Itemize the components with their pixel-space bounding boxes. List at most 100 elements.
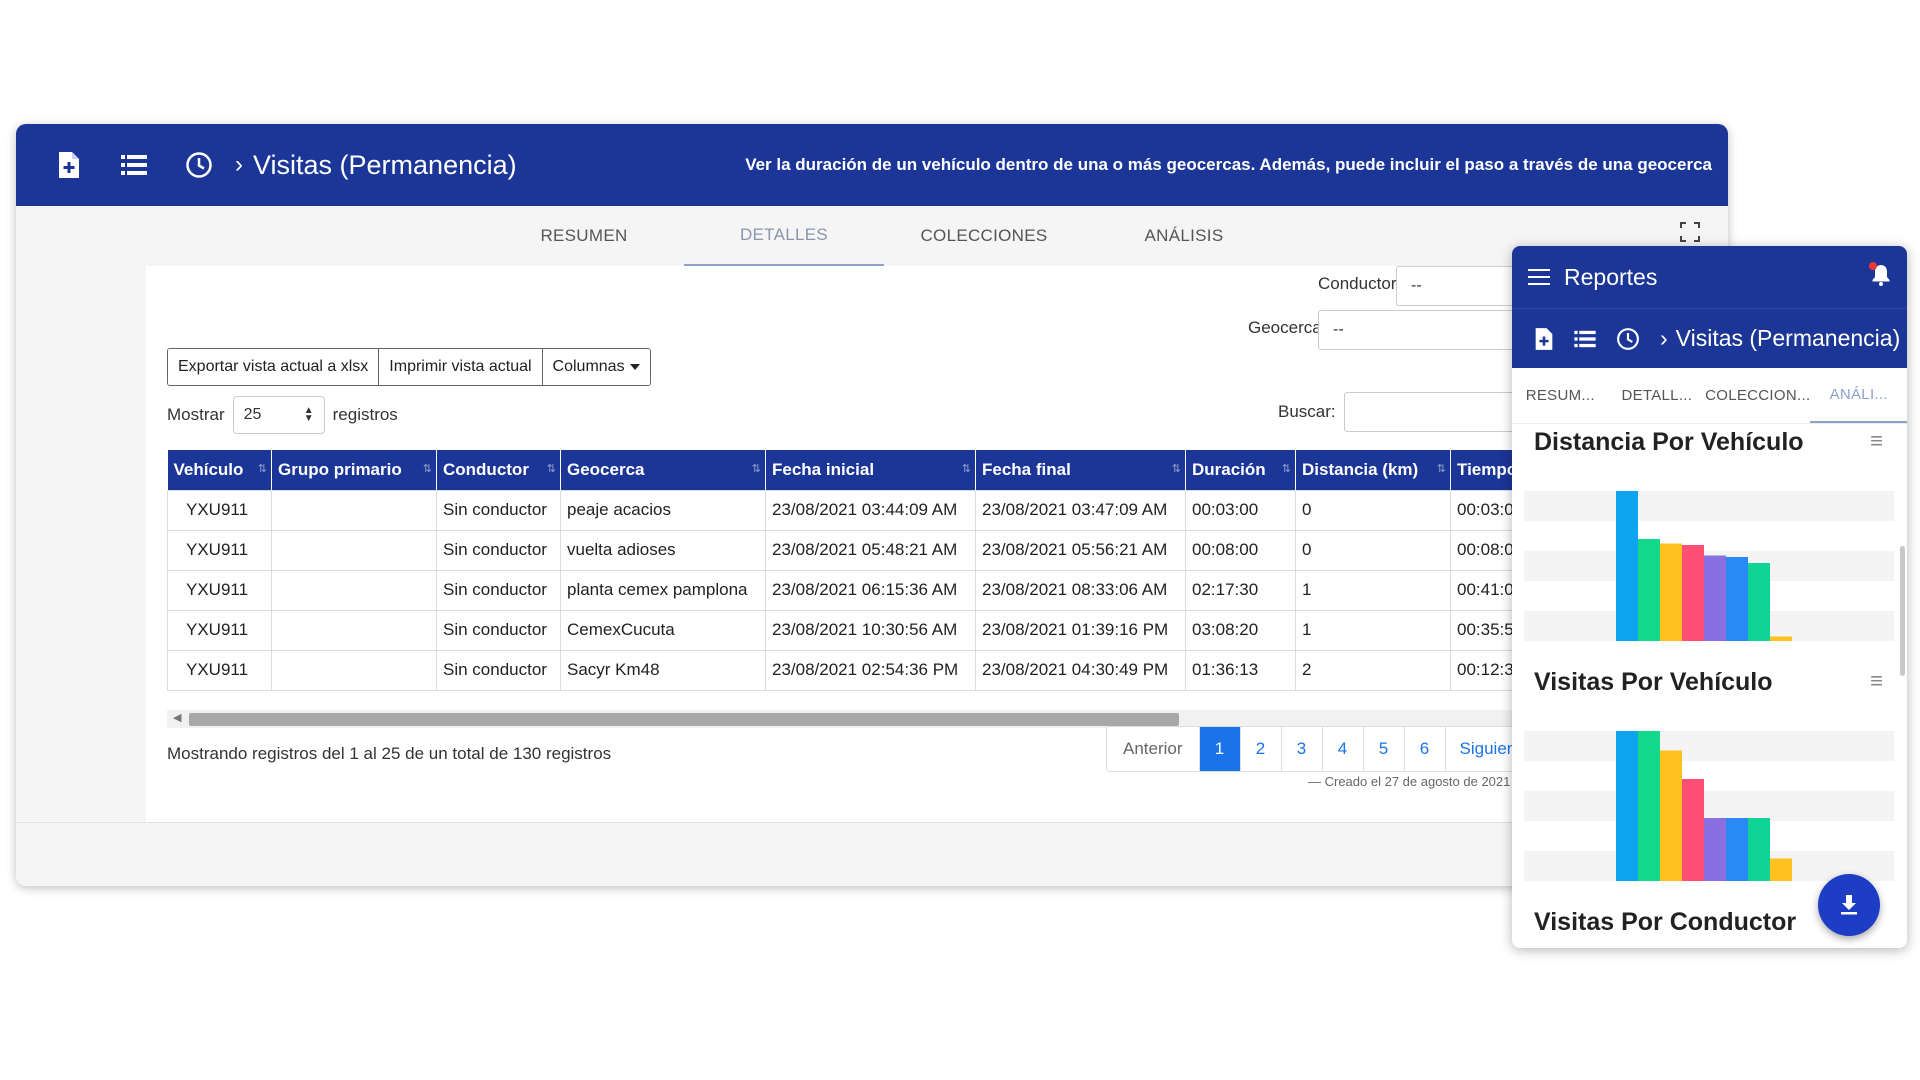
page-size-control: Mostrar 25 ▲ ▼ registros [167,396,398,434]
chart-menu-icon[interactable]: ≡ [1870,428,1883,454]
chart-bar[interactable] [1682,779,1704,881]
cell-geocerca: peaje acacios [560,489,766,531]
tab-bar: RESUMEN DETALLES COLECCIONES ANÁLISIS [16,206,1728,266]
mobile-tab-detalles[interactable]: DETALL... [1609,368,1706,423]
cell-vehiculo: YXU911 [167,609,272,651]
cell-vehiculo: YXU911 [167,489,272,531]
chart-bar[interactable] [1660,750,1682,882]
cell-grupo [271,529,437,571]
sort-icon: ⇅ [422,463,432,475]
chart-menu-icon[interactable]: ≡ [1870,668,1883,694]
cell-vehiculo: YXU911 [167,649,272,691]
col-grupo-primario[interactable]: Grupo primario ⇅ [271,450,437,490]
tab-resumen[interactable]: RESUMEN [484,206,684,266]
page-2-button[interactable]: 2 [1240,727,1282,771]
history-clock-icon[interactable] [166,151,231,179]
mobile-tab-colecciones[interactable]: COLECCION... [1705,368,1810,423]
cell-grupo [271,609,437,651]
table-row[interactable]: YXU911 Sin conductor peaje acacios 23/08… [167,489,1561,531]
page-size-value: 25 [243,406,262,423]
col-vehiculo[interactable]: Vehículo ⇅ [167,450,272,490]
chart-bar[interactable] [1638,731,1660,881]
chart-bar[interactable] [1638,539,1660,641]
cell-distancia: 1 [1295,569,1451,611]
page-1-button[interactable]: 1 [1199,727,1241,771]
chart-bar[interactable] [1770,858,1792,882]
list-icon[interactable] [1574,330,1596,348]
sort-icon: ⇅ [961,463,971,475]
mobile-tab-resumen[interactable]: RESUM... [1512,368,1609,423]
chart-bar[interactable] [1726,818,1748,881]
table-row[interactable]: YXU911 Sin conductor vuelta adioses 23/0… [167,529,1561,571]
cell-conductor: Sin conductor [436,609,561,651]
list-icon[interactable] [101,154,166,176]
sort-icon: ⇅ [1171,463,1181,475]
table-row[interactable]: YXU911 Sin conductor Sacyr Km48 23/08/20… [167,649,1561,691]
cell-fecha-final: 23/08/2021 08:33:06 AM [975,569,1186,611]
show-label: Mostrar [167,405,225,424]
chart-bar[interactable] [1682,545,1704,641]
col-conductor[interactable]: Conductor ⇅ [436,450,561,490]
download-fab-button[interactable] [1818,874,1880,936]
tab-colecciones[interactable]: COLECCIONES [884,206,1084,266]
chart-bar[interactable] [1748,818,1770,881]
col-fecha-inicial[interactable]: Fecha inicial ⇅ [765,450,976,490]
col-fecha-final[interactable]: Fecha final ⇅ [975,450,1186,490]
page-3-button[interactable]: 3 [1281,727,1323,771]
cell-vehiculo: YXU911 [167,529,272,571]
col-distancia[interactable]: Distancia (km) ⇅ [1295,450,1451,490]
chart-bar[interactable] [1704,818,1726,881]
chart-bar[interactable] [1770,636,1792,642]
tab-detalles[interactable]: DETALLES [684,206,884,266]
cell-fecha-inicial: 23/08/2021 06:15:36 AM [765,569,976,611]
prev-page-button[interactable]: Anterior [1107,727,1200,771]
notifications-bell-icon[interactable] [1869,261,1891,291]
fullscreen-icon[interactable] [1680,222,1700,247]
columns-button[interactable]: Columnas [542,349,650,385]
grid-band [1524,791,1894,821]
hamburger-menu-icon[interactable] [1528,269,1550,285]
cell-fecha-final: 23/08/2021 03:47:09 AM [975,489,1186,531]
notification-dot [1869,261,1877,270]
visits-table: Vehículo ⇅ Grupo primario ⇅ Conductor ⇅ Geo… [167,450,1561,691]
mobile-scrollbar[interactable] [1900,546,1905,676]
print-button[interactable]: Imprimir vista actual [379,349,543,385]
page-size-select[interactable]: 25 ▲ ▼ [232,396,325,434]
chart-bar[interactable] [1616,491,1638,641]
col-duracion[interactable]: Duración ⇅ [1185,450,1296,490]
chart-bar[interactable] [1660,543,1682,642]
cell-fecha-final: 23/08/2021 04:30:49 PM [975,649,1186,691]
scroll-left-icon[interactable]: ◀ [173,711,181,724]
table-actions: Exportar vista actual a xlsx Imprimir vi… [167,348,651,386]
page-6-button[interactable]: 6 [1404,727,1446,771]
chart-bar[interactable] [1748,563,1770,641]
new-report-icon[interactable] [1534,327,1554,351]
cell-duracion: 00:08:00 [1185,529,1296,571]
cell-fecha-inicial: 23/08/2021 10:30:56 AM [765,609,976,651]
chart-bar[interactable] [1726,557,1748,641]
chart-title-visitas-vehiculo: Visitas Por Vehículo [1534,668,1773,696]
scrollbar-thumb[interactable] [189,713,1179,726]
report-title: Visitas (Permanencia) [253,149,517,180]
new-report-icon[interactable] [36,151,101,179]
page-4-button[interactable]: 4 [1322,727,1364,771]
cell-geocerca: CemexCucuta [560,609,766,651]
page-title: › Visitas (Permanencia) [235,150,517,181]
col-geocerca[interactable]: Geocerca ⇅ [560,450,766,490]
grid-band [1524,731,1894,761]
history-clock-icon[interactable] [1616,327,1640,351]
chart-bar[interactable] [1616,731,1638,881]
mobile-tab-analisis[interactable]: ANÁLI... [1810,368,1907,423]
cell-conductor: Sin conductor [436,569,561,611]
cell-fecha-final: 23/08/2021 05:56:21 AM [975,529,1186,571]
mobile-view: Reportes › Visitas (Permanencia) RESUM...… [1512,246,1907,948]
chart-bar[interactable] [1704,555,1726,642]
export-xlsx-button[interactable]: Exportar vista actual a xlsx [168,349,380,385]
distance-by-vehicle-chart [1524,491,1894,642]
sort-icon: ⇅ [1281,463,1291,475]
tab-analisis[interactable]: ANÁLISIS [1084,206,1284,266]
table-row[interactable]: YXU911 Sin conductor CemexCucuta 23/08/2… [167,609,1561,651]
page-5-button[interactable]: 5 [1363,727,1405,771]
table-row[interactable]: YXU911 Sin conductor planta cemex pamplo… [167,569,1561,611]
mobile-app-title: Reportes [1564,263,1658,290]
